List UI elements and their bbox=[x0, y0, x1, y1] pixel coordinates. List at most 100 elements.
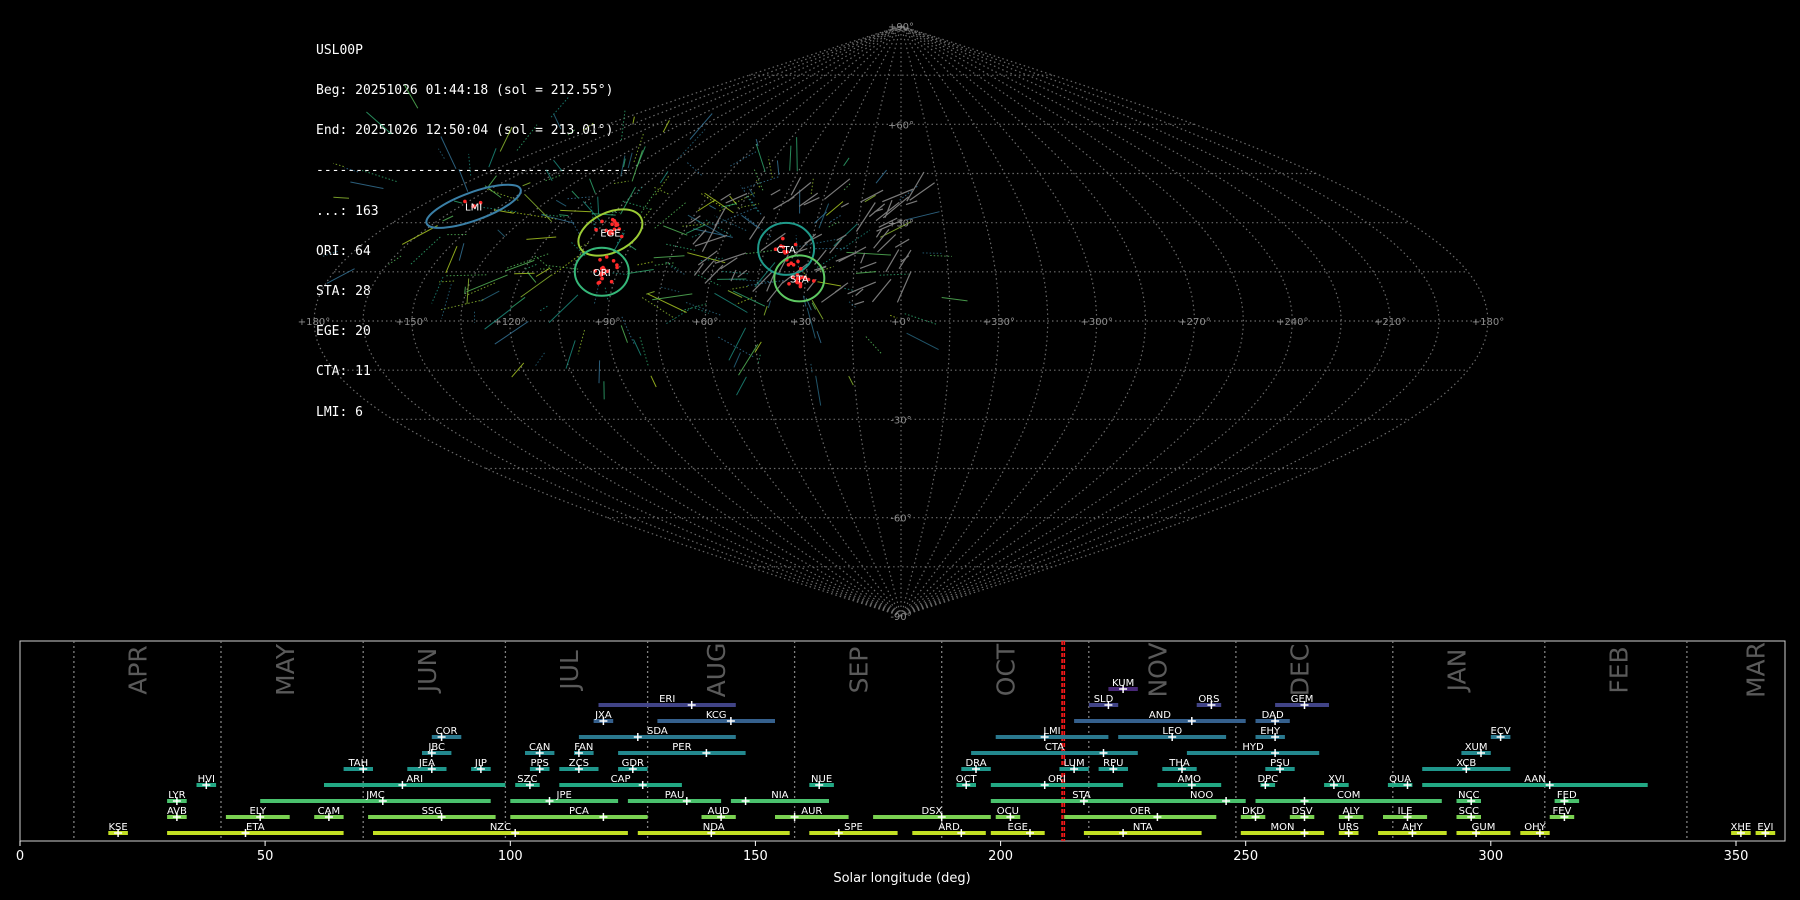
shower-code-label: LUM bbox=[1064, 758, 1085, 769]
shower-code-label: AUD bbox=[708, 806, 730, 817]
x-axis-label: Solar longitude (deg) bbox=[833, 871, 970, 886]
shower-code-label: HYD bbox=[1242, 742, 1264, 753]
shower-code-label: DSX bbox=[921, 806, 942, 817]
shower-code-label: JBC bbox=[427, 742, 445, 753]
shower-code-label: XCB bbox=[1456, 758, 1476, 769]
shower-code-label: ORS bbox=[1198, 694, 1219, 705]
shower-xhe: XHE bbox=[1731, 822, 1752, 837]
shower-szc: SZC bbox=[515, 774, 540, 789]
shower-code-label: ILE bbox=[1398, 806, 1413, 817]
shower-code-label: JEA bbox=[418, 758, 435, 769]
shower-code-label: ELY bbox=[249, 806, 267, 817]
shower-code-label: LYR bbox=[168, 790, 185, 801]
shower-code-label: SCC bbox=[1459, 806, 1479, 817]
shower-fan: FAN bbox=[574, 742, 594, 757]
shower-code-label: SZC bbox=[517, 774, 537, 785]
shower-code-label: JPE bbox=[556, 790, 572, 801]
shower-code-label: NOO bbox=[1190, 790, 1213, 801]
shower-scc: SCC bbox=[1456, 806, 1481, 821]
month-label-feb: FEB bbox=[1604, 646, 1633, 693]
shower-code-label: CTA bbox=[1045, 742, 1064, 753]
shower-code-label: EHY bbox=[1260, 726, 1281, 737]
shower-code-label: NDA bbox=[703, 822, 725, 833]
shower-code-label: FEV bbox=[1552, 806, 1571, 817]
shower-code-label: THA bbox=[1168, 758, 1190, 769]
shower-code-label: XHE bbox=[1731, 822, 1752, 833]
shower-code-label: TAH bbox=[347, 758, 368, 769]
shower-code-label: AHY bbox=[1402, 822, 1423, 833]
shower-pps: PPS bbox=[529, 758, 550, 773]
shower-code-label: LMI bbox=[1043, 726, 1060, 737]
shower-code-label: URS bbox=[1338, 822, 1359, 833]
shower-code-label: SSG bbox=[422, 806, 442, 817]
shower-dpc: DPC bbox=[1257, 774, 1278, 789]
shower-dra: DRA bbox=[961, 758, 991, 773]
shower-kse: KSE bbox=[108, 822, 128, 837]
month-label-mar: MAR bbox=[1742, 642, 1771, 698]
shower-code-label: OCT bbox=[956, 774, 978, 785]
shower-code-label: CAM bbox=[318, 806, 340, 817]
shower-code-label: EGE bbox=[1008, 822, 1028, 833]
shower-oct: OCT bbox=[956, 774, 978, 789]
shower-avb: AVB bbox=[167, 806, 187, 821]
shower-code-label: DSV bbox=[1292, 806, 1313, 817]
shower-code-label: ALY bbox=[1342, 806, 1360, 817]
shower-code-label: LEO bbox=[1162, 726, 1182, 737]
shower-code-label: SPE bbox=[844, 822, 863, 833]
month-label-aug: AUG bbox=[702, 643, 731, 698]
shower-code-label: HVI bbox=[198, 774, 215, 785]
shower-qua: QUA bbox=[1387, 774, 1413, 789]
x-tick-label: 100 bbox=[498, 849, 523, 864]
shower-code-label: ETA bbox=[246, 822, 265, 833]
shower-code-label: KSE bbox=[108, 822, 127, 833]
shower-code-label: QUA bbox=[1389, 774, 1411, 785]
month-label-jul: JUL bbox=[555, 650, 584, 692]
shower-code-label: PER bbox=[672, 742, 691, 753]
shower-timeline-chart: APR MAY JUN JUL AUG SEP OCT NOV DEC JAN FEB MAR 0 50 1… bbox=[16, 640, 1786, 886]
shower-ocu: OCU bbox=[995, 806, 1021, 821]
shower-code-label: ARI bbox=[406, 774, 423, 785]
shower-code-label: KCG bbox=[706, 710, 727, 721]
month-label-jun: JUN bbox=[413, 648, 442, 694]
shower-code-label: GDR bbox=[622, 758, 644, 769]
x-tick-label: 200 bbox=[988, 849, 1013, 864]
shower-code-label: EVI bbox=[1757, 822, 1773, 833]
x-tick-label: 300 bbox=[1478, 849, 1503, 864]
shower-code-label: NUE bbox=[811, 774, 832, 785]
shower-code-label: GUM bbox=[1472, 822, 1496, 833]
shower-jxa: JXA bbox=[593, 710, 614, 725]
shower-code-label: DKD bbox=[1242, 806, 1264, 817]
shower-code-label: ERI bbox=[659, 694, 675, 705]
month-label-apr: APR bbox=[124, 645, 153, 695]
shower-code-label: XUM bbox=[1465, 742, 1488, 753]
shower-code-label: NZC bbox=[490, 822, 511, 833]
shower-code-label: XVI bbox=[1328, 774, 1345, 785]
shower-code-label: JIP bbox=[474, 758, 487, 769]
shower-code-label: PSU bbox=[1270, 758, 1290, 769]
shower-code-label: NIA bbox=[771, 790, 788, 801]
shower-dsv: DSV bbox=[1289, 806, 1315, 821]
shower-cam: CAM bbox=[314, 806, 344, 821]
shower-code-label: SLD bbox=[1094, 694, 1114, 705]
shower-dkd: DKD bbox=[1240, 806, 1266, 821]
shower-code-label: OER bbox=[1130, 806, 1151, 817]
shower-urs: URS bbox=[1338, 822, 1359, 837]
shower-fev: FEV bbox=[1549, 806, 1575, 821]
shower-code-label: DRA bbox=[965, 758, 986, 769]
x-tick-label: 350 bbox=[1724, 849, 1749, 864]
shower-code-label: ORI bbox=[1048, 774, 1066, 785]
shower-code-label: CAN bbox=[529, 742, 550, 753]
shower-ecv: ECV bbox=[1491, 726, 1511, 741]
month-label-nov: NOV bbox=[1143, 642, 1172, 697]
shower-code-label: ECV bbox=[1491, 726, 1511, 737]
shower-code-label: COM bbox=[1337, 790, 1360, 801]
shower-code-label: PCA bbox=[569, 806, 589, 817]
shower-xum: XUM bbox=[1461, 742, 1491, 757]
shower-code-label: RPU bbox=[1103, 758, 1123, 769]
shower-code-label: OHY bbox=[1524, 822, 1546, 833]
shower-code-label: COR bbox=[436, 726, 458, 737]
shower-code-label: STA bbox=[1072, 790, 1091, 801]
month-label-dec: DEC bbox=[1286, 644, 1315, 697]
shower-code-label: PPS bbox=[530, 758, 548, 769]
month-label-sep: SEP bbox=[844, 647, 873, 694]
